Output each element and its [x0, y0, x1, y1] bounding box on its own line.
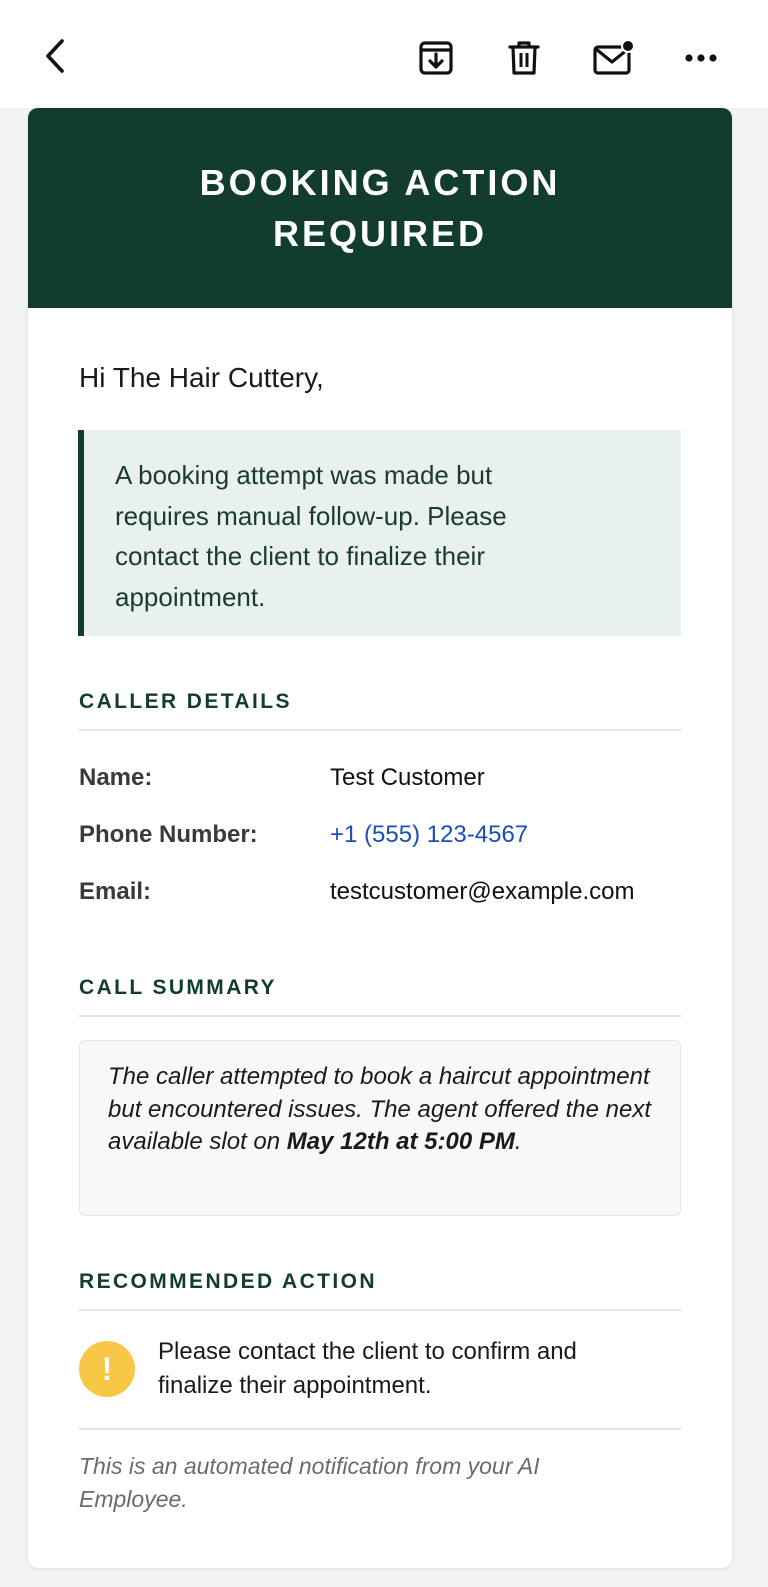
banner-title: BOOKING ACTION REQUIRED [199, 162, 561, 254]
archive-icon [419, 41, 453, 75]
mark-unread-button[interactable] [590, 36, 636, 80]
email-toolbar [0, 0, 768, 108]
call-summary-box: The caller attempted to book a haircut a… [79, 1040, 681, 1216]
call-summary-slot: May 12th at 5:00 PM [286, 1128, 515, 1155]
greeting: Hi The Hair Cuttery, [79, 362, 324, 393]
call-summary-suffix: . [514, 1128, 522, 1155]
call-summary-text: The caller attempted to book a haircut a… [108, 1061, 652, 1159]
delete-button[interactable] [502, 36, 546, 80]
email-label: Email: [79, 878, 152, 905]
name-label: Name: [79, 764, 153, 791]
header-banner: BOOKING ACTION REQUIRED [28, 108, 732, 308]
more-horizontal-icon [685, 54, 717, 62]
recommended-action-heading: RECOMMENDED ACTION [79, 1270, 377, 1293]
trash-icon [508, 41, 540, 75]
call-summary-divider [79, 1015, 681, 1017]
mail-unread-icon [593, 39, 635, 75]
phone-link[interactable]: +1 (555) 123-4567 [330, 821, 528, 849]
footer-note: This is an automated notification from y… [79, 1453, 540, 1512]
alert-text: A booking attempt was made but requires … [115, 460, 507, 612]
more-options-button[interactable] [678, 36, 724, 80]
recommended-action-divider [79, 1309, 681, 1311]
name-value: Test Customer [330, 764, 485, 791]
email-card: BOOKING ACTION REQUIRED Hi The Hair Cutt… [28, 108, 732, 1568]
back-button[interactable] [34, 34, 78, 78]
caller-details-divider [79, 729, 681, 731]
chevron-left-icon [46, 39, 64, 73]
alert-callout: A booking attempt was made but requires … [78, 430, 681, 636]
call-summary-heading: CALL SUMMARY [79, 976, 277, 999]
footer-divider [79, 1428, 681, 1430]
archive-button[interactable] [414, 36, 458, 80]
recommended-action-text: Please contact the client to confirm and… [158, 1338, 577, 1399]
caller-details-heading: CALLER DETAILS [79, 690, 292, 713]
email-value: testcustomer@example.com [330, 878, 635, 905]
phone-label: Phone Number: [79, 821, 258, 848]
exclamation-icon: ! [79, 1341, 135, 1397]
